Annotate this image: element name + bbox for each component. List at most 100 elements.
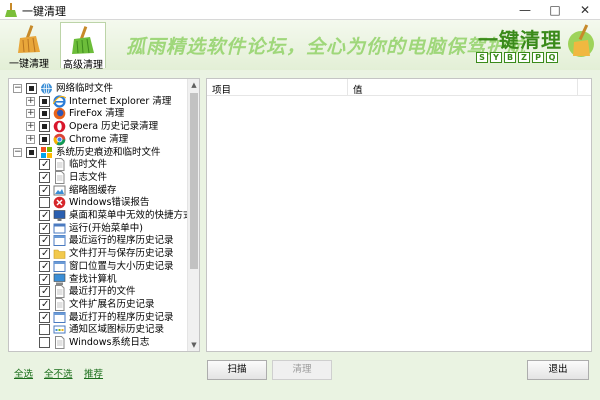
window-icon — [53, 260, 66, 272]
tree-item[interactable]: Windows系统日志 — [9, 336, 187, 349]
expand-toggle-icon[interactable]: + — [26, 122, 35, 132]
scroll-down-arrow-icon[interactable]: ▼ — [188, 339, 199, 351]
tree-item-label: 网络临时文件 — [56, 83, 114, 94]
column-header-item[interactable]: 项目 — [212, 82, 231, 96]
checkbox[interactable] — [39, 285, 50, 298]
tree-item[interactable]: 最近打开的文件 — [9, 285, 187, 299]
file-icon — [55, 297, 65, 311]
tree-item-label: 日志文件 — [69, 171, 108, 183]
tree-item[interactable]: + Chrome 清理 — [9, 133, 187, 146]
tree-item[interactable]: 缩略图缓存 — [9, 184, 187, 197]
window-icon — [53, 235, 66, 247]
tree-item-label: 缩略图缓存 — [69, 184, 117, 196]
checkbox[interactable] — [39, 121, 50, 133]
checkbox[interactable] — [39, 337, 50, 348]
logo-letter: S — [476, 52, 488, 63]
checkbox[interactable] — [39, 260, 50, 273]
column-header-value[interactable]: 值 — [353, 82, 363, 96]
tree-item[interactable]: Windows错误报告 — [9, 196, 187, 209]
tree-item[interactable]: 运行(开始菜单中) — [9, 222, 187, 235]
checkbox[interactable] — [39, 197, 50, 209]
tray-icon — [53, 325, 66, 334]
scrollbar-thumb[interactable] — [190, 93, 198, 269]
tree-item[interactable]: + Internet Explorer 清理 — [9, 95, 187, 108]
expand-toggle-icon[interactable]: − — [13, 84, 22, 93]
clean-button[interactable]: 清理 — [272, 360, 332, 380]
checkbox[interactable] — [39, 311, 50, 324]
recommend-link[interactable]: 推荐 — [84, 366, 103, 380]
scan-button[interactable]: 扫描 — [207, 360, 267, 380]
tree-item[interactable]: 最近打开的程序历史记录 — [9, 311, 187, 324]
tree-item-label: 临时文件 — [69, 159, 108, 171]
select-none-link[interactable]: 全不选 — [44, 366, 73, 380]
exit-button[interactable]: 退出 — [527, 360, 589, 380]
run-icon — [53, 223, 66, 234]
file-icon — [55, 170, 65, 184]
column-divider[interactable] — [577, 79, 578, 96]
header-banner: 一键清理 高级清理 孤雨精选软件论坛，全心为你的电脑保驾护航 一键清理 S Y … — [0, 20, 600, 71]
tree-item[interactable]: 查找计算机 — [9, 273, 187, 286]
tree-item[interactable]: 窗口位置与大小历史记录 — [9, 260, 187, 273]
checkbox[interactable] — [26, 146, 37, 158]
checkbox[interactable] — [39, 209, 50, 222]
banner-slogan: 孤雨精选软件论坛，全心为你的电脑保驾护航 — [126, 36, 527, 58]
checkbox[interactable] — [39, 133, 50, 145]
tree-item[interactable]: 文件打开与保存历史记录 — [9, 247, 187, 260]
expand-toggle-icon[interactable]: + — [26, 96, 35, 106]
tree-item-label: 查找计算机 — [69, 273, 117, 285]
broom-icon — [18, 25, 40, 53]
tree-item[interactable]: 日志文件 — [9, 170, 187, 184]
checkbox[interactable] — [39, 234, 50, 247]
tree-group[interactable]: − 系统历史痕迹和临时文件 — [9, 146, 187, 159]
checkbox[interactable] — [39, 273, 50, 286]
window-icon — [53, 311, 66, 323]
checkbox[interactable] — [39, 171, 50, 184]
broom-icon — [5, 3, 17, 17]
tree-item[interactable]: 临时文件 — [9, 158, 187, 172]
cleanup-tree[interactable]: − 网络临时文件 + Internet Explorer 清理 + FireFox 清理 +… — [8, 78, 200, 352]
checkbox[interactable] — [39, 247, 50, 260]
logo-letter: Y — [490, 52, 502, 63]
tree-item[interactable]: + FireFox 清理 — [9, 107, 187, 120]
computer-icon — [53, 273, 66, 285]
close-button[interactable]: ✕ — [570, 0, 600, 20]
tree-item[interactable]: 桌面和菜单中无效的快捷方式 — [9, 209, 193, 222]
file-icon — [55, 336, 65, 349]
checkbox[interactable] — [39, 324, 50, 336]
windows-icon — [41, 146, 52, 158]
checkbox[interactable] — [39, 184, 50, 197]
expand-toggle-icon[interactable]: − — [13, 147, 22, 157]
tab-one-click-clean[interactable]: 一键清理 — [6, 22, 52, 70]
tree-item-label: Internet Explorer 清理 — [69, 95, 172, 107]
tree-item[interactable]: 最近运行的程序历史记录 — [9, 234, 187, 247]
tree-item-label: FireFox 清理 — [69, 108, 125, 120]
results-list[interactable]: 项目 值 — [206, 78, 592, 352]
tree-item-label: 文件扩展名历史记录 — [69, 298, 155, 310]
tab-advanced-clean[interactable]: 高级清理 — [60, 22, 106, 71]
checkbox[interactable] — [39, 95, 50, 107]
image-icon — [53, 185, 66, 196]
scroll-up-arrow-icon[interactable]: ▲ — [188, 79, 199, 91]
logo-text: 一键清理 — [478, 28, 562, 52]
column-divider[interactable] — [347, 79, 348, 96]
checkbox[interactable] — [39, 222, 50, 235]
checkbox[interactable] — [26, 83, 37, 94]
checkbox[interactable] — [39, 108, 50, 120]
expand-toggle-icon[interactable]: + — [26, 134, 35, 144]
select-all-link[interactable]: 全选 — [14, 366, 33, 380]
vertical-scrollbar[interactable]: ▲ ▼ — [187, 79, 199, 351]
tree-group[interactable]: − 网络临时文件 — [9, 82, 187, 95]
checkbox[interactable] — [39, 158, 50, 171]
tree-item-label: 窗口位置与大小历史记录 — [69, 260, 174, 272]
minimize-button[interactable]: — — [510, 0, 540, 20]
list-header: 项目 值 — [207, 79, 591, 96]
logo: 一键清理 S Y B Z P Q — [474, 22, 596, 68]
expand-toggle-icon[interactable]: + — [26, 109, 35, 119]
title-bar: 一键清理 — □ ✕ — [0, 0, 600, 20]
tree-item[interactable]: 文件扩展名历史记录 — [9, 297, 187, 311]
tree-item[interactable]: 通知区域图标历史记录 — [9, 323, 187, 336]
maximize-button[interactable]: □ — [540, 0, 570, 20]
tree-item[interactable]: + Opera 历史记录清理 — [9, 120, 187, 133]
window-title: 一键清理 — [22, 5, 66, 18]
checkbox[interactable] — [39, 298, 50, 311]
